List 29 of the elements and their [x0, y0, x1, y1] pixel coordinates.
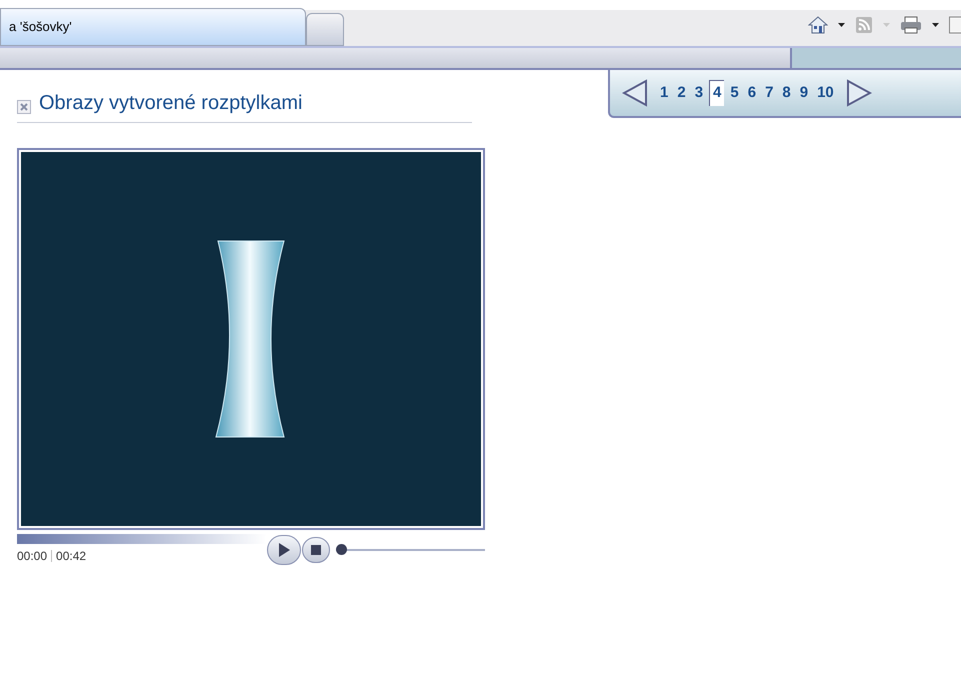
play-button[interactable]: [267, 534, 301, 564]
volume-thumb[interactable]: [336, 544, 347, 555]
printer-icon[interactable]: [900, 16, 922, 34]
dropdown-caret-icon[interactable]: [932, 23, 939, 27]
dropdown-caret-icon[interactable]: [838, 23, 845, 27]
stop-icon: [311, 544, 321, 554]
page-link[interactable]: 5: [727, 80, 742, 106]
page-link[interactable]: 9: [796, 80, 812, 106]
volume-slider[interactable]: [336, 544, 485, 556]
page-link[interactable]: 4: [709, 80, 724, 106]
close-icon[interactable]: [17, 100, 31, 114]
page-link[interactable]: 8: [779, 80, 794, 106]
page-link[interactable]: 3: [692, 80, 706, 106]
play-icon: [278, 542, 290, 556]
previous-arrow-icon[interactable]: [622, 79, 648, 107]
page-link[interactable]: 10: [814, 80, 837, 106]
elapsed-time: 00:00: [17, 548, 48, 565]
duration-time: 00:42: [56, 548, 86, 565]
article-title: Obrazy vytvorené rozptylkami: [39, 91, 302, 116]
stop-button[interactable]: [302, 536, 330, 562]
page-icon[interactable]: [949, 16, 961, 34]
page-link[interactable]: 7: [762, 80, 776, 106]
page-link[interactable]: 1: [657, 80, 672, 106]
home-icon[interactable]: [808, 16, 828, 34]
page-link[interactable]: 2: [674, 80, 689, 106]
dropdown-caret-icon: [883, 23, 890, 27]
next-arrow-icon[interactable]: [846, 79, 872, 107]
page-link[interactable]: 6: [744, 80, 760, 106]
browser-tab[interactable]: a 'šošovky': [0, 8, 306, 46]
